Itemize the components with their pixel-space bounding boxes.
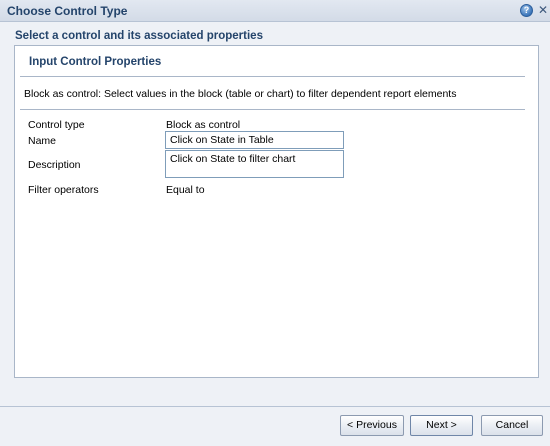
divider	[20, 109, 525, 110]
description-field[interactable]: Click on State to filter chart	[165, 150, 344, 178]
input-control-properties-panel: Input Control Properties Block as contro…	[14, 45, 539, 378]
filter-operators-label: Filter operators	[28, 184, 99, 196]
filter-operators-value: Equal to	[166, 184, 205, 196]
cancel-button[interactable]: Cancel	[481, 415, 543, 436]
choose-control-type-dialog: Choose Control Type ? ✕ Select a control…	[0, 0, 550, 446]
next-button[interactable]: Next >	[410, 415, 473, 436]
control-type-label: Control type	[28, 119, 85, 131]
name-field[interactable]	[165, 131, 344, 149]
title-bar: Choose Control Type ? ✕	[0, 0, 550, 22]
dialog-subtitle: Select a control and its associated prop…	[15, 30, 263, 42]
description-label: Description	[28, 159, 81, 171]
dialog-title: Choose Control Type	[7, 4, 128, 18]
panel-heading: Input Control Properties	[29, 56, 162, 68]
close-icon[interactable]: ✕	[537, 3, 549, 17]
name-label: Name	[28, 135, 57, 147]
help-icon[interactable]: ?	[520, 4, 533, 17]
instruction-text: Block as control: Select values in the b…	[24, 88, 457, 100]
control-type-value: Block as control	[166, 119, 241, 131]
footer-divider	[0, 406, 550, 407]
divider	[20, 76, 525, 77]
previous-button[interactable]: < Previous	[340, 415, 404, 436]
